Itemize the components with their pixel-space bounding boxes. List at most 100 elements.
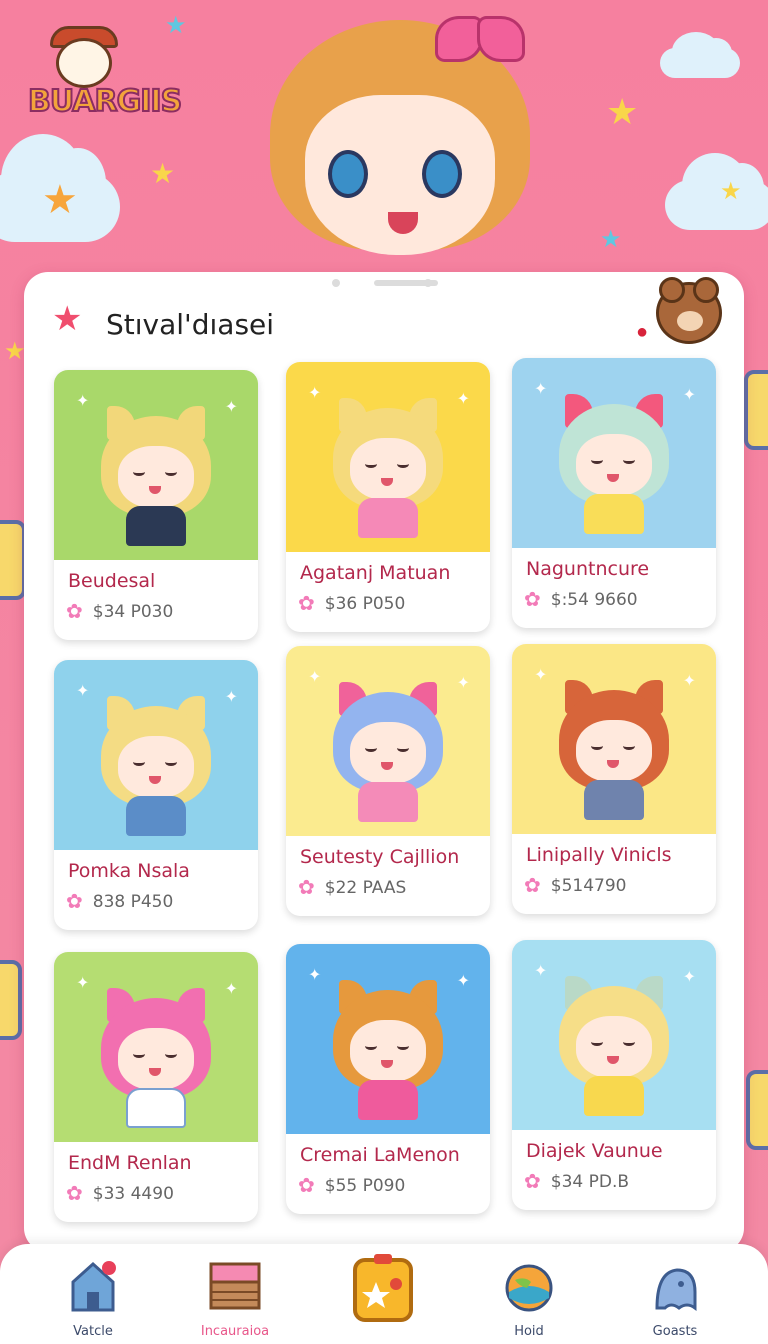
sparkle-decoration: ✦ [682,969,696,986]
character-figure [559,976,669,1116]
apple-icon: ● [636,321,649,343]
star-icon: ✿ [298,593,315,615]
character-card[interactable]: ✦ ✦ Seutesty Cajllion ✿ $22 PAAS [286,646,490,916]
nav-label: Hoid [514,1324,544,1339]
character-face [576,434,652,496]
character-eye [591,742,603,750]
price-row: ✿ $:54 9660 [524,590,638,610]
character-card[interactable]: ✦ ✦ Diajek Vaunue ✿ $34 PD.B [512,940,716,1210]
character-figure [333,398,443,538]
character-figure [101,988,211,1128]
nav-item-ghosts[interactable]: Goasts [620,1258,730,1340]
character-price: $36 P050 [324,594,406,614]
sparkle-decoration: ✦ [534,963,548,980]
character-eye [397,1042,409,1050]
sparkle-decoration: ✦ [534,381,548,398]
character-card[interactable]: ✦ ✦ Cremai LaMenon ✿ $55 P090 [286,944,490,1214]
mascot-left-eye [328,150,368,198]
sparkle-decoration: ✦ [76,975,90,992]
bow-icon [435,6,525,66]
star-decoration: ★ [42,178,78,222]
character-price: 838 P450 [92,892,174,912]
nav-item-globe[interactable]: Hoid [474,1258,584,1340]
character-price: $33 4490 [92,1184,174,1204]
side-decoration [746,1070,768,1150]
sparkle-decoration: ✦ [308,385,322,402]
character-artwork: ✦ ✦ [512,940,716,1130]
nav-item-shop[interactable]: Incauraioa [180,1258,290,1340]
character-face [118,446,194,508]
side-decoration [744,370,768,450]
ghost-icon [655,1268,697,1311]
price-row: ✿ 838 P450 [66,892,173,912]
logo-text: BUARGIIS [27,83,183,120]
character-name: Linipally Vinicls [526,844,672,866]
character-artwork: ✦ ✦ [54,952,258,1142]
character-outfit [584,494,644,534]
sparkle-decoration: ✦ [76,393,90,410]
star-decoration: ★ [720,178,742,205]
side-decoration [0,520,26,600]
character-card[interactable]: ✦ ✦ Agatanj Matuan ✿ $36 P050 [286,362,490,632]
side-decoration [0,960,22,1040]
character-card[interactable]: ✦ ✦ Pomka Nsala ✿ 838 P450 [54,660,258,930]
character-eye [591,456,603,464]
character-card[interactable]: ✦ ✦ Linipally Vinicls ✿ $514790 [512,644,716,914]
star-decoration: ★ [600,226,622,253]
panel-title: Stıval'dıasei [106,308,275,341]
character-name: Naguntncure [526,558,650,580]
star-icon: ✿ [524,875,541,897]
character-price: $:54 9660 [550,590,638,610]
sparkle-decoration: ✦ [224,981,238,998]
character-eye [397,744,409,752]
character-face [118,736,194,798]
star-icon: ✿ [524,1171,541,1193]
nav-label: Incauraioa [200,1324,270,1339]
star-decoration: ★ [4,338,26,365]
character-eye [623,742,635,750]
cloud-decoration [665,152,768,230]
character-eye [623,456,635,464]
character-outfit [358,782,418,822]
character-card[interactable]: ✦ ✦ Beudesal ✿ $34 P030 [54,370,258,640]
bear-mascot-icon[interactable] [656,277,722,344]
sparkle-decoration: ✦ [534,667,548,684]
nav-item-cards[interactable] [328,1254,438,1340]
character-figure [333,980,443,1120]
app-logo[interactable]: BUARGIIS [27,22,183,132]
character-eye [365,1042,377,1050]
star-decoration: ★ [606,91,639,132]
nav-item-home[interactable]: Vatcle [38,1258,148,1340]
sparkle-decoration: ✦ [224,689,238,706]
star-icon: ✿ [66,601,83,623]
character-card[interactable]: ✦ ✦ EndM Renlan ✿ $33 4490 [54,952,258,1222]
character-outfit [126,796,186,836]
drag-handle-dot [332,279,340,287]
catalog-panel: ★ Stıval'dıasei ● ✦ ✦ Beudesal ✿ $34 P03… [24,272,744,1252]
sparkle-decoration: ✦ [76,683,90,700]
character-price: $34 PD.B [550,1172,630,1192]
character-price: $514790 [550,876,627,896]
character-eye [623,1038,635,1046]
cloud-decoration [660,31,740,78]
star-icon: ★ [52,300,83,338]
character-face [576,1016,652,1078]
star-icon: ✿ [298,877,315,899]
character-eye [365,460,377,468]
sparkle-decoration: ✦ [682,673,696,690]
character-face [118,1028,194,1090]
sparkle-decoration: ✦ [308,967,322,984]
card-icon [353,1254,413,1322]
price-row: ✿ $34 PD.B [524,1172,629,1192]
price-row: ✿ $36 P050 [298,594,405,614]
price-row: ✿ $55 P090 [298,1176,405,1196]
character-artwork: ✦ ✦ [512,358,716,548]
character-artwork: ✦ ✦ [286,944,490,1134]
character-card[interactable]: ✦ ✦ Naguntncure ✿ $:54 9660 [512,358,716,628]
character-eye [397,460,409,468]
character-name: Diajek Vaunue [526,1140,663,1162]
character-face [576,720,652,782]
character-figure [333,682,443,822]
character-artwork: ✦ ✦ [54,660,258,850]
star-icon: ✿ [66,1183,83,1205]
